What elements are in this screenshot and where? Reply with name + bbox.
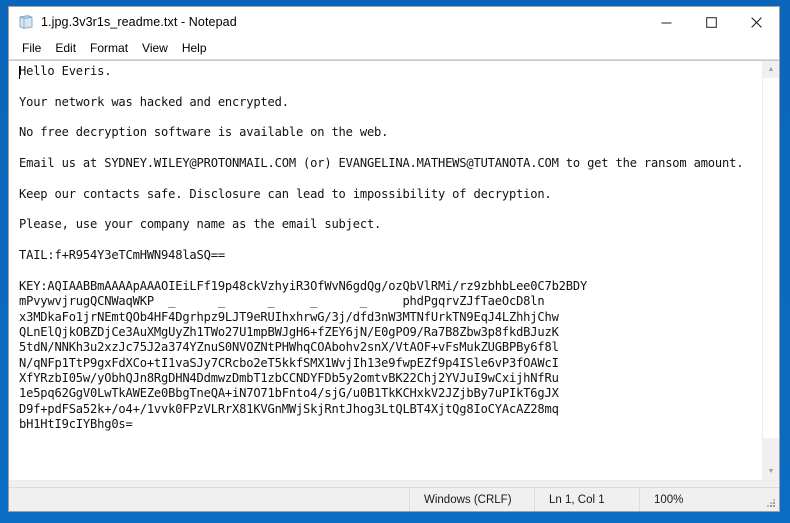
document-line: Keep our contacts safe. Disclosure can l… bbox=[19, 186, 552, 201]
text-caret bbox=[19, 66, 20, 79]
scroll-up-arrow-icon[interactable]: ▲ bbox=[763, 61, 779, 78]
status-spacer bbox=[9, 488, 410, 511]
status-cursor-position: Ln 1, Col 1 bbox=[535, 488, 640, 511]
document-line: 5tdN/NNKh3u2xzJc75J2a374YZnuS0NVOZNtPHWh… bbox=[19, 340, 559, 355]
close-icon bbox=[751, 16, 762, 28]
document-line: Your network was hacked and encrypted. bbox=[19, 94, 289, 109]
document-line: Email us at SYDNEY.WILEY@PROTONMAIL.COM … bbox=[19, 156, 744, 171]
menu-item-view[interactable]: View bbox=[135, 39, 175, 57]
minimize-button[interactable] bbox=[644, 7, 689, 37]
scrollbar-thumb[interactable] bbox=[763, 78, 779, 438]
desktop-background: PC risk 1.jpg.3v3r1s_readme.txt - Notepa… bbox=[0, 0, 790, 523]
minimize-icon bbox=[661, 22, 672, 23]
status-bar: Windows (CRLF) Ln 1, Col 1 100% bbox=[9, 487, 779, 511]
document-line: Hello Everis. bbox=[19, 64, 112, 78]
notepad-document-icon bbox=[18, 14, 34, 30]
document-content: Hello Everis. Your network was hacked an… bbox=[19, 64, 762, 432]
menu-bar: File Edit Format View Help bbox=[9, 37, 779, 60]
document-line: bH1HtI9cIYBhg0s= bbox=[19, 416, 133, 431]
document-line: N/qNFp1TtP9gxFdXCo+tI1vaSJy7CRcbo2eT5kkf… bbox=[19, 355, 559, 370]
document-line: TAIL:f+R954Y3eTCmHWN948laSQ== bbox=[19, 248, 225, 263]
document-line: Please, use your company name as the ema… bbox=[19, 217, 382, 232]
title-bar[interactable]: 1.jpg.3v3r1s_readme.txt - Notepad bbox=[9, 7, 779, 37]
status-zoom-level: 100% bbox=[654, 493, 684, 506]
horizontal-scrollbar[interactable] bbox=[9, 480, 779, 487]
document-line: QLnElQjkOBZDjCe3AuXMgUyZh1TWo27U1mpBWJgH… bbox=[19, 324, 559, 339]
document-line: x3MDkaFo1jrNEmtQOb4HF4Dgrhpz9LJT9eRUIhxh… bbox=[19, 309, 559, 324]
document-line: 1e5pq62GgV0LwTkAWEZe0BbgTneQA+iN7O71bFnt… bbox=[19, 386, 559, 401]
notepad-window: 1.jpg.3v3r1s_readme.txt - Notepad File E… bbox=[8, 6, 780, 512]
menu-item-format[interactable]: Format bbox=[83, 39, 135, 57]
window-controls bbox=[644, 7, 779, 37]
document-line: No free decryption software is available… bbox=[19, 125, 389, 140]
document-line: mPvywvjrugQCNWaqWKP _ _ _ _ _ phdPgqrvZJ… bbox=[19, 294, 545, 309]
resize-grip-icon[interactable] bbox=[760, 488, 779, 511]
vertical-scrollbar[interactable]: ▲ ▼ bbox=[762, 61, 779, 480]
menu-item-file[interactable]: File bbox=[15, 39, 48, 57]
close-button[interactable] bbox=[734, 7, 779, 37]
maximize-icon bbox=[706, 16, 717, 28]
menu-item-help[interactable]: Help bbox=[175, 39, 214, 57]
document-line: KEY:AQIAABBmAAAApAAAOIEiLFf19p48ckVzhyiR… bbox=[19, 278, 588, 293]
status-encoding: Windows (CRLF) bbox=[410, 488, 535, 511]
editor-region: Hello Everis. Your network was hacked an… bbox=[9, 60, 779, 480]
document-line: XfYRzbI05w/yObhQJn8RgDHN4DdmwzDmbT1zbCCN… bbox=[19, 370, 559, 385]
scroll-down-arrow-icon[interactable]: ▼ bbox=[763, 463, 779, 480]
maximize-button[interactable] bbox=[689, 7, 734, 37]
window-title: 1.jpg.3v3r1s_readme.txt - Notepad bbox=[41, 15, 237, 29]
menu-item-edit[interactable]: Edit bbox=[48, 39, 83, 57]
document-line: D9f+pdFSa52k+/o4+/1vvk0FPzVLRrX81KVGnMWj… bbox=[19, 401, 559, 416]
text-area[interactable]: Hello Everis. Your network was hacked an… bbox=[9, 61, 762, 480]
